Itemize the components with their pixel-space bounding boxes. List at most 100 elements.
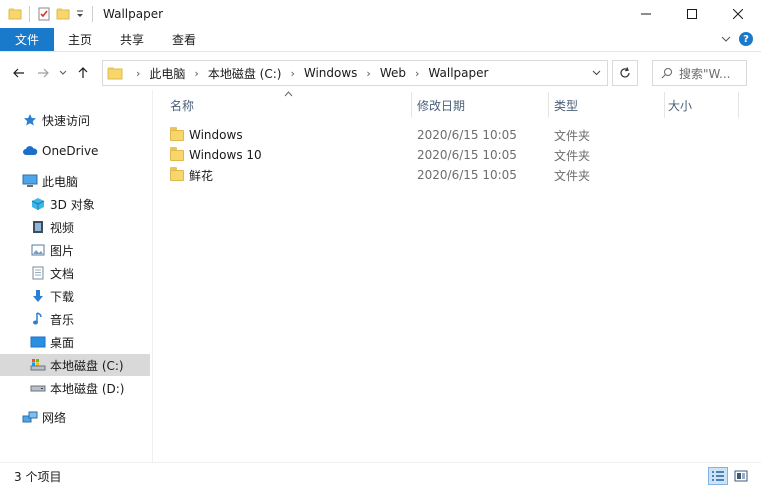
search-icon <box>661 68 672 79</box>
help-button[interactable]: ? <box>739 32 753 46</box>
column-header-type[interactable]: 类型 <box>554 92 664 118</box>
breadcrumb: › 此电脑 › 本地磁盘 (C:) › Windows › Web › Wall… <box>127 65 488 82</box>
column-header-date[interactable]: 修改日期 <box>417 92 547 118</box>
maximize-button[interactable] <box>669 0 715 28</box>
window-title: Wallpaper <box>103 7 164 21</box>
column-divider[interactable] <box>548 92 549 118</box>
customize-toolbar-icon[interactable] <box>75 7 85 21</box>
breadcrumb-local-disk-c[interactable]: 本地磁盘 (C:) <box>208 65 282 82</box>
address-dropdown-button[interactable] <box>585 61 607 85</box>
sidebar-item-local-disk-c[interactable]: 本地磁盘 (C:) <box>0 354 150 376</box>
column-header-name[interactable]: 名称 <box>170 92 410 118</box>
search-input[interactable]: 搜索"W... <box>652 60 747 86</box>
ribbon-tabs: 文件 主页 共享 查看 ? <box>0 28 761 52</box>
refresh-button[interactable] <box>612 60 638 86</box>
breadcrumb-separator-icon[interactable]: › <box>366 67 370 80</box>
sidebar-item-local-disk-d[interactable]: 本地磁盘 (D:) <box>0 377 150 399</box>
breadcrumb-separator-icon[interactable]: › <box>415 67 419 80</box>
forward-button[interactable] <box>32 62 54 84</box>
breadcrumb-web[interactable]: Web <box>380 66 406 80</box>
breadcrumb-separator-icon[interactable]: › <box>136 67 140 80</box>
music-note-icon <box>30 311 46 327</box>
folder-icon <box>170 146 184 161</box>
toolbar-divider <box>29 6 30 22</box>
item-count: 3 个项目 <box>14 470 62 484</box>
system-drive-icon <box>30 357 46 373</box>
cube-icon <box>30 196 46 212</box>
close-button[interactable] <box>715 0 761 28</box>
table-row[interactable]: Windows 2020/6/15 10:05 文件夹 <box>164 125 724 145</box>
navigation-pane: 快速访问 OneDrive 此电脑 3D 对象 视频 图片 文档 下载 音乐 桌… <box>0 96 152 460</box>
large-icons-view-button[interactable] <box>731 467 751 485</box>
tab-share[interactable]: 共享 <box>106 28 158 51</box>
address-row: › 此电脑 › 本地磁盘 (C:) › Windows › Web › Wall… <box>0 56 761 90</box>
sidebar-item-desktop[interactable]: 桌面 <box>0 331 150 353</box>
file-type: 文件夹 <box>554 148 591 163</box>
chevron-down-icon <box>59 70 67 75</box>
sidebar-item-videos[interactable]: 视频 <box>0 216 150 238</box>
download-arrow-icon <box>30 288 46 304</box>
column-divider[interactable] <box>664 92 665 118</box>
sidebar-item-this-pc[interactable]: 此电脑 <box>0 170 150 192</box>
computer-icon <box>22 173 38 189</box>
file-name: Windows <box>189 128 243 142</box>
refresh-icon <box>620 67 630 78</box>
column-divider[interactable] <box>411 92 412 118</box>
sidebar-item-music[interactable]: 音乐 <box>0 308 150 330</box>
breadcrumb-windows[interactable]: Windows <box>304 66 358 80</box>
drive-icon <box>30 380 46 396</box>
tab-file[interactable]: 文件 <box>0 28 54 51</box>
recent-locations-button[interactable] <box>56 62 70 84</box>
back-button[interactable] <box>8 62 30 84</box>
table-row[interactable]: Windows 10 2020/6/15 10:05 文件夹 <box>164 145 724 165</box>
new-folder-icon[interactable] <box>56 7 70 21</box>
column-divider[interactable] <box>738 92 739 118</box>
tab-home[interactable]: 主页 <box>54 28 106 51</box>
sidebar-item-downloads[interactable]: 下载 <box>0 285 150 307</box>
maximize-icon <box>687 9 697 19</box>
folder-icon <box>170 126 184 141</box>
table-row[interactable]: 鲜花 2020/6/15 10:05 文件夹 <box>164 165 724 185</box>
window-controls <box>623 0 761 28</box>
folder-icon <box>170 166 184 181</box>
expand-ribbon-icon[interactable] <box>721 35 731 43</box>
folder-icon <box>8 7 22 21</box>
video-icon <box>30 219 46 235</box>
quick-access-toolbar <box>0 6 95 22</box>
up-arrow-icon <box>78 67 88 78</box>
sidebar-item-3d-objects[interactable]: 3D 对象 <box>0 193 150 215</box>
file-date: 2020/6/15 10:05 <box>417 128 517 142</box>
star-icon <box>22 112 38 128</box>
sidebar-item-documents[interactable]: 文档 <box>0 262 150 284</box>
file-date: 2020/6/15 10:05 <box>417 168 517 182</box>
picture-icon <box>30 242 46 258</box>
sidebar-item-onedrive[interactable]: OneDrive <box>0 140 150 162</box>
sidebar-item-quick-access[interactable]: 快速访问 <box>0 109 150 131</box>
file-date: 2020/6/15 10:05 <box>417 148 517 162</box>
folder-icon <box>107 66 123 80</box>
breadcrumb-wallpaper[interactable]: Wallpaper <box>428 66 488 80</box>
forward-arrow-icon <box>38 68 49 78</box>
cloud-icon <box>22 143 38 159</box>
desktop-icon <box>30 334 46 350</box>
sidebar-item-network[interactable]: 网络 <box>0 406 150 428</box>
details-view-icon <box>712 471 724 481</box>
title-bar: Wallpaper <box>0 0 761 28</box>
view-switcher <box>708 467 751 485</box>
sidebar-item-pictures[interactable]: 图片 <box>0 239 150 261</box>
network-icon <box>22 409 38 425</box>
address-bar[interactable]: › 此电脑 › 本地磁盘 (C:) › Windows › Web › Wall… <box>102 60 608 86</box>
up-button[interactable] <box>72 62 94 84</box>
search-placeholder: 搜索"W... <box>679 66 731 81</box>
breadcrumb-separator-icon[interactable]: › <box>290 67 294 80</box>
minimize-button[interactable] <box>623 0 669 28</box>
ribbon-controls: ? <box>721 32 753 46</box>
pane-divider[interactable] <box>152 90 153 462</box>
breadcrumb-separator-icon[interactable]: › <box>194 67 198 80</box>
column-header-size[interactable]: 大小 <box>668 92 738 118</box>
breadcrumb-this-pc[interactable]: 此电脑 <box>149 65 185 82</box>
file-list: 名称 修改日期 类型 大小 Windows 2020/6/15 10:05 文件… <box>158 91 748 460</box>
properties-icon[interactable] <box>37 7 51 21</box>
details-view-button[interactable] <box>708 467 728 485</box>
tab-view[interactable]: 查看 <box>158 28 210 51</box>
